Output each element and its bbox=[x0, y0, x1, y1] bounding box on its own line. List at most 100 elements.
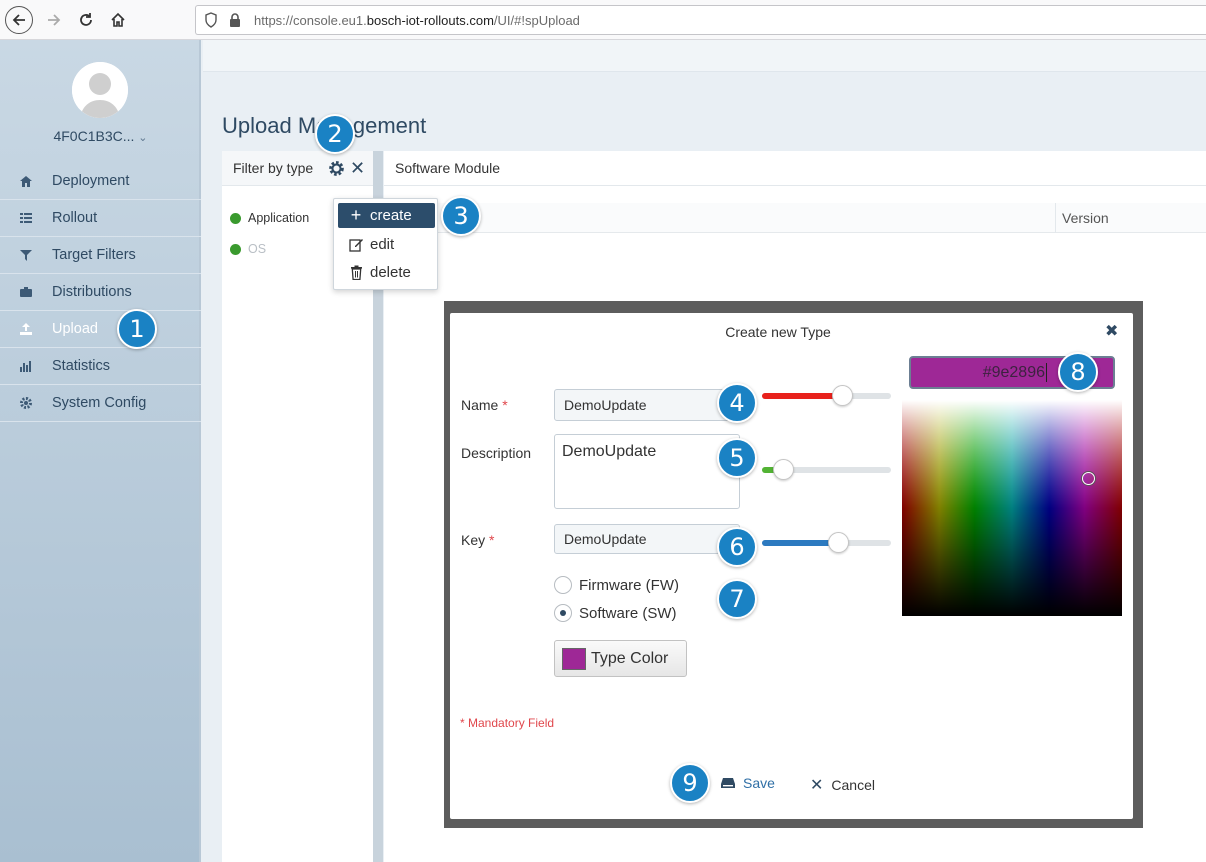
sidebar-item-system-config[interactable]: System Config bbox=[0, 385, 201, 422]
list-icon bbox=[18, 210, 34, 226]
upload-icon bbox=[18, 321, 34, 337]
color-swatch bbox=[562, 647, 586, 670]
user-name: 4F0C1B3C... bbox=[53, 128, 135, 144]
type-label: OS bbox=[248, 242, 267, 256]
step-badge-4: 4 bbox=[717, 383, 757, 423]
type-color-label: Type Color bbox=[591, 649, 669, 667]
sidebar-item-upload[interactable]: Upload bbox=[0, 311, 201, 348]
menu-item-label: edit bbox=[370, 236, 395, 253]
sidebar-item-statistics[interactable]: Statistics bbox=[0, 348, 201, 385]
green-slider[interactable] bbox=[762, 459, 891, 480]
key-label: Key * bbox=[461, 532, 495, 548]
menu-item-label: create bbox=[370, 207, 412, 224]
step-badge-3: 3 bbox=[441, 196, 481, 236]
green-slider-thumb[interactable] bbox=[772, 459, 794, 480]
url-text: https://console.eu1.bosch-iot-rollouts.c… bbox=[254, 13, 580, 28]
address-bar[interactable]: https://console.eu1.bosch-iot-rollouts.c… bbox=[195, 5, 1206, 35]
sidebar-item-target-filters[interactable]: Target Filters bbox=[0, 237, 201, 274]
step-badge-5: 5 bbox=[717, 438, 757, 478]
name-label: Name * bbox=[461, 397, 508, 413]
step-badge-6: 6 bbox=[717, 527, 757, 567]
home-icon bbox=[111, 12, 125, 27]
radio-label: Software (SW) bbox=[579, 604, 677, 622]
step-badge-1: 1 bbox=[117, 309, 157, 349]
text-cursor bbox=[1046, 363, 1047, 382]
blue-slider-fill bbox=[762, 540, 839, 546]
cancel-button[interactable]: ✕ Cancel bbox=[810, 775, 875, 795]
sidebar-item-label: Upload bbox=[52, 321, 98, 337]
type-color-dot bbox=[230, 212, 241, 224]
red-slider-fill bbox=[762, 393, 842, 399]
software-module-header: Software Module bbox=[384, 151, 1206, 186]
save-button[interactable]: Save bbox=[720, 775, 775, 791]
radio-button-selected[interactable] bbox=[554, 604, 572, 622]
key-field[interactable]: DemoUpdate bbox=[554, 524, 740, 554]
name-field[interactable]: DemoUpdate bbox=[554, 389, 740, 421]
lock-icon bbox=[230, 13, 240, 27]
user-menu[interactable]: 4F0C1B3C... ⌄ bbox=[0, 128, 201, 144]
color-picker-canvas[interactable] bbox=[902, 400, 1122, 616]
blue-slider-thumb[interactable] bbox=[828, 532, 850, 553]
close-icon[interactable]: ✖ bbox=[1105, 321, 1118, 341]
sidebar-item-rollout[interactable]: Rollout bbox=[0, 200, 201, 237]
avatar[interactable] bbox=[72, 62, 128, 118]
red-slider[interactable] bbox=[762, 385, 891, 406]
trash-icon bbox=[348, 265, 364, 280]
type-color-button[interactable]: Type Color bbox=[554, 640, 687, 677]
chevron-down-icon: ⌄ bbox=[138, 132, 148, 144]
gear-icon[interactable] bbox=[328, 160, 345, 177]
description-field-value: DemoUpdate bbox=[562, 443, 657, 460]
forward-button[interactable] bbox=[40, 6, 68, 34]
create-type-dialog: Create new Type ✖ Name * DemoUpdate Desc… bbox=[450, 313, 1133, 819]
sidebar-item-label: Rollout bbox=[52, 210, 98, 226]
sidebar-item-deployment[interactable]: Deployment bbox=[0, 163, 201, 200]
home-icon bbox=[18, 173, 34, 189]
type-item-os[interactable]: OS bbox=[230, 242, 266, 256]
sidebar-item-label: Distributions bbox=[52, 284, 132, 300]
close-icon: ✕ bbox=[810, 777, 824, 794]
main-header-bar bbox=[203, 40, 1206, 72]
home-button[interactable] bbox=[104, 6, 132, 34]
menu-item-edit[interactable]: edit bbox=[338, 232, 435, 257]
sidebar-menu: Deployment Rollout Target Filters Distri… bbox=[0, 163, 201, 422]
radio-firmware[interactable]: Firmware (FW) bbox=[554, 576, 679, 594]
sidebar-item-label: System Config bbox=[52, 395, 147, 411]
save-label: Save bbox=[743, 775, 775, 791]
sidebar-item-distributions[interactable]: Distributions bbox=[0, 274, 201, 311]
red-slider-thumb[interactable] bbox=[831, 385, 853, 406]
blue-slider[interactable] bbox=[762, 532, 891, 553]
cancel-label: Cancel bbox=[831, 777, 875, 793]
sidebar-item-label: Statistics bbox=[52, 358, 111, 374]
close-icon[interactable]: ✕ bbox=[350, 159, 365, 177]
filter-icon bbox=[18, 247, 34, 263]
menu-item-create[interactable]: + create bbox=[338, 203, 435, 228]
column-version[interactable]: Version bbox=[1055, 203, 1109, 233]
type-actions-menu: + create edit delete bbox=[333, 198, 438, 290]
edit-icon bbox=[348, 237, 364, 252]
reload-icon bbox=[80, 13, 92, 26]
color-picker-marker[interactable] bbox=[1082, 472, 1095, 485]
dialog-title: Create new Type bbox=[725, 324, 831, 340]
key-field-value: DemoUpdate bbox=[564, 531, 647, 547]
save-icon bbox=[721, 778, 735, 788]
menu-item-delete[interactable]: delete bbox=[338, 260, 435, 285]
bar-chart-icon bbox=[18, 358, 34, 374]
sidebar-item-label: Deployment bbox=[52, 173, 130, 189]
browser-toolbar: https://console.eu1.bosch-iot-rollouts.c… bbox=[0, 0, 1206, 40]
filter-title: Filter by type bbox=[233, 160, 314, 176]
radio-software[interactable]: Software (SW) bbox=[554, 604, 677, 622]
description-label: Description bbox=[461, 445, 532, 461]
type-label: Application bbox=[248, 211, 310, 225]
user-icon bbox=[72, 62, 128, 118]
arrow-left-icon bbox=[12, 14, 25, 26]
radio-button[interactable] bbox=[554, 576, 572, 594]
type-item-application[interactable]: Application bbox=[230, 211, 309, 225]
step-badge-7: 7 bbox=[717, 579, 757, 619]
reload-button[interactable] bbox=[72, 6, 100, 34]
software-module-title: Software Module bbox=[395, 160, 501, 176]
name-field-value: DemoUpdate bbox=[564, 397, 647, 413]
back-button[interactable] bbox=[5, 6, 33, 34]
description-field[interactable]: DemoUpdate bbox=[554, 434, 740, 509]
plus-icon: + bbox=[350, 205, 362, 225]
briefcase-icon bbox=[18, 284, 34, 300]
